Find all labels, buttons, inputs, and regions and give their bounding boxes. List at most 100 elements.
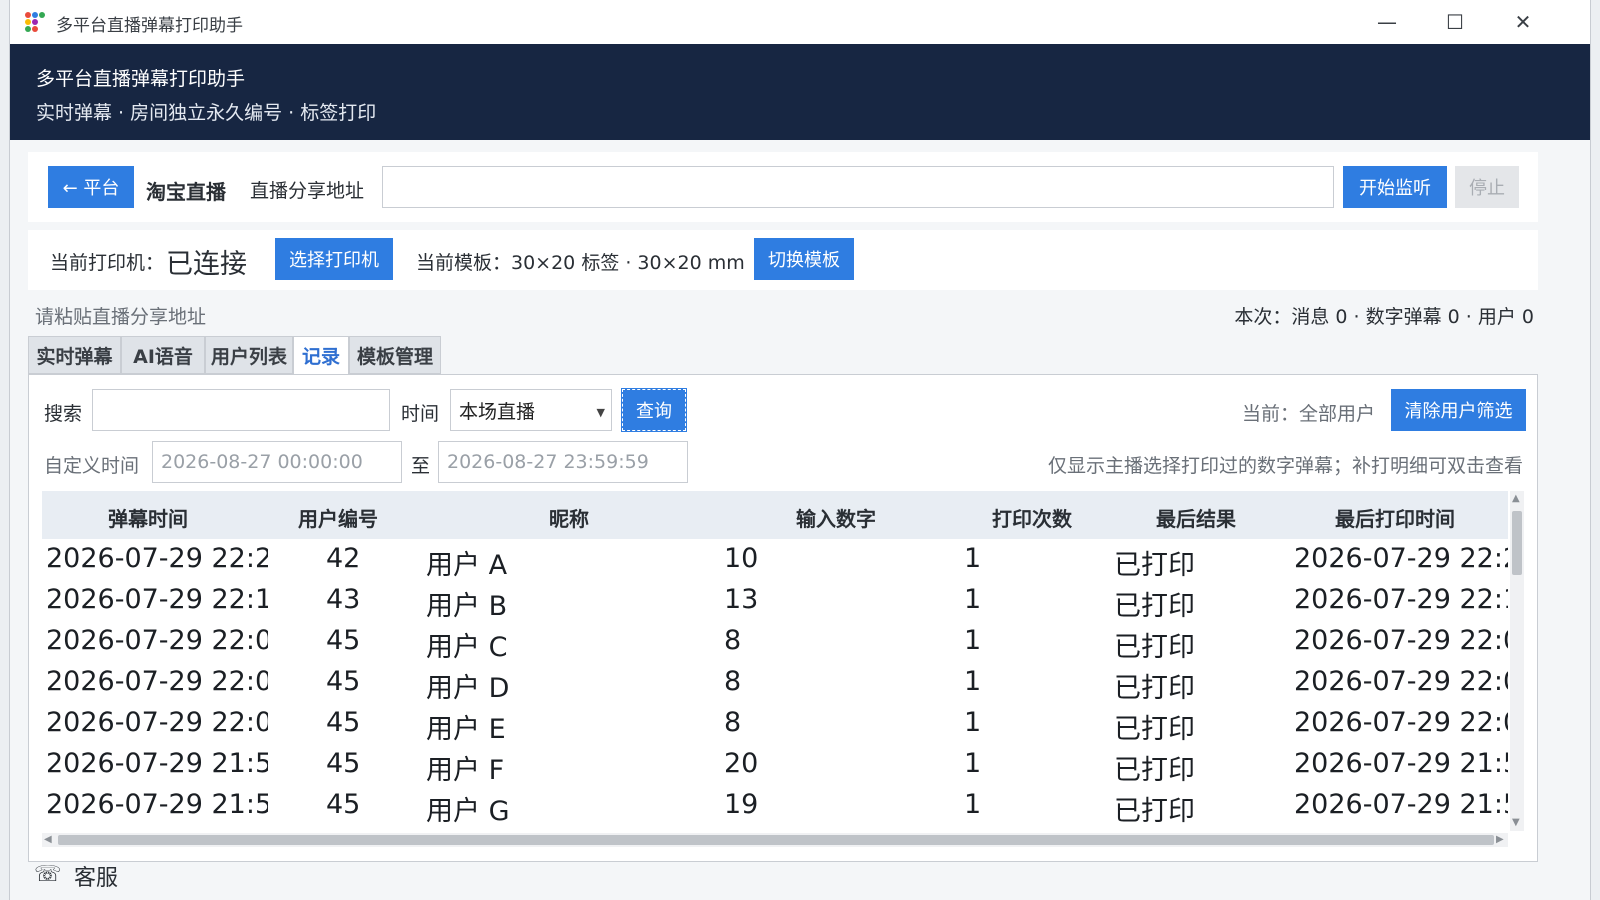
cell-last-print-time: 2026-07-29 22:0 — [1294, 707, 1508, 738]
col-nickname[interactable]: 昵称 — [549, 503, 589, 532]
cell-last-result: 已打印 — [1114, 550, 1195, 581]
cell-last-result: 已打印 — [1114, 755, 1195, 786]
template-label: 当前模板：30×20 标签 · 30×20 mm — [416, 252, 745, 274]
time-range-value: 本场直播 — [459, 400, 536, 423]
app-window: 多平台直播弹幕打印助手 — ☐ ✕ 多平台直播弹幕打印助手 实时弹幕 · 房间独… — [10, 0, 1590, 900]
time-label: 时间 — [401, 403, 440, 425]
scroll-down-icon[interactable]: ▼ — [1512, 817, 1520, 828]
table-vertical-scrollbar[interactable]: ▲ ▼ — [1510, 491, 1524, 831]
cell-danmaku-time: 2026-07-29 22:0 — [46, 666, 268, 697]
end-time-input[interactable] — [438, 441, 688, 483]
cell-last-print-time: 2026-07-29 22:0 — [1294, 625, 1508, 656]
cell-user-id: 45 — [326, 789, 361, 820]
printer-status: 已连接 — [166, 249, 247, 280]
cell-last-print-time: 2026-07-29 21:5 — [1294, 748, 1508, 779]
cell-last-result: 已打印 — [1114, 632, 1195, 663]
col-last-print-time[interactable]: 最后打印时间 — [1335, 503, 1455, 532]
cell-danmaku-time: 2026-07-29 22:1 — [46, 584, 268, 615]
cell-danmaku-time: 2026-07-29 22:0 — [46, 707, 268, 738]
col-print-count[interactable]: 打印次数 — [992, 503, 1072, 532]
cell-print-count: 1 — [964, 666, 982, 697]
cell-user-id: 45 — [326, 666, 361, 697]
cell-user-id: 45 — [326, 707, 361, 738]
query-button[interactable]: 查询 — [621, 388, 687, 432]
back-to-platform-button[interactable]: ← 平台 — [48, 166, 134, 208]
cell-last-print-time: 2026-07-29 21:5 — [1294, 789, 1508, 820]
cell-last-print-time: 2026-07-29 22:0 — [1294, 666, 1508, 697]
cell-nickname: 用户 B — [426, 591, 508, 622]
scroll-up-icon[interactable]: ▲ — [1512, 493, 1520, 504]
bottom-panel-peek: ☏ 客服 — [28, 862, 1588, 900]
dropdown-arrow-icon: ▼ — [596, 406, 605, 419]
stop-button[interactable]: 停止 — [1455, 166, 1519, 208]
cell-last-result: 已打印 — [1114, 591, 1195, 622]
cell-danmaku-time: 2026-07-29 21:5 — [46, 748, 268, 779]
table-row[interactable]: 2026-07-29 21:5 45 用户 F 20 1 已打印 2026-07… — [42, 746, 1508, 787]
search-label: 搜索 — [44, 403, 83, 425]
app-logo-icon — [24, 11, 46, 33]
table-horizontal-scrollbar[interactable]: ◀ ▶ — [42, 833, 1508, 847]
to-label: 至 — [411, 455, 431, 477]
tab-live-danmaku[interactable]: 实时弹幕 — [28, 336, 121, 374]
tab-user-list[interactable]: 用户列表 — [205, 336, 293, 374]
table-row[interactable]: 2026-07-29 22:1 43 用户 B 13 1 已打印 2026-07… — [42, 582, 1508, 623]
cell-danmaku-time: 2026-07-29 21:5 — [46, 789, 268, 820]
vertical-scroll-thumb[interactable] — [1512, 511, 1522, 575]
cell-print-count: 1 — [964, 707, 982, 738]
headset-icon: ☏ — [34, 862, 62, 887]
scroll-right-icon[interactable]: ▶ — [1496, 834, 1504, 845]
cell-input-number: 8 — [724, 707, 742, 738]
close-button[interactable]: ✕ — [1488, 0, 1558, 44]
minimize-button[interactable]: — — [1352, 0, 1422, 44]
status-hint: 请粘贴直播分享地址 — [35, 306, 207, 328]
tab-template-manage[interactable]: 模板管理 — [349, 336, 441, 374]
cell-print-count: 1 — [964, 543, 982, 574]
cell-user-id: 45 — [326, 748, 361, 779]
printer-panel: 当前打印机： 已连接 选择打印机 当前模板：30×20 标签 · 30×20 m… — [28, 230, 1538, 290]
select-printer-button[interactable]: 选择打印机 — [275, 238, 393, 280]
table-row[interactable]: 2026-07-29 22:0 45 用户 C 8 1 已打印 2026-07-… — [42, 623, 1508, 664]
cell-user-id: 45 — [326, 625, 361, 656]
cell-nickname: 用户 E — [426, 714, 506, 745]
col-last-result[interactable]: 最后结果 — [1156, 503, 1236, 532]
records-note: 仅显示主播选择打印过的数字弹幕；补打明细可双击查看 — [1047, 455, 1523, 477]
cell-input-number: 8 — [724, 666, 742, 697]
table-row[interactable]: 2026-07-29 22:0 45 用户 E 8 1 已打印 2026-07-… — [42, 705, 1508, 746]
window-title: 多平台直播弹幕打印助手 — [56, 16, 243, 36]
col-user-id[interactable]: 用户编号 — [298, 503, 378, 532]
platform-name: 淘宝直播 — [146, 180, 226, 204]
switch-template-button[interactable]: 切换模板 — [754, 238, 854, 280]
horizontal-scroll-thumb[interactable] — [58, 835, 1494, 845]
records-panel: 搜索 时间 本场直播 ▼ 查询 当前：全部用户 清除用户筛选 自定义时间 至 仅… — [28, 374, 1538, 862]
cell-user-id: 43 — [326, 584, 361, 615]
search-input[interactable] — [92, 389, 390, 431]
time-range-select[interactable]: 本场直播 ▼ — [450, 389, 612, 431]
customer-service-label[interactable]: 客服 — [74, 862, 118, 892]
url-input[interactable] — [382, 166, 1334, 208]
clear-user-filter-button[interactable]: 清除用户筛选 — [1391, 389, 1526, 431]
cell-input-number: 8 — [724, 625, 742, 656]
custom-time-label: 自定义时间 — [44, 455, 140, 477]
cell-nickname: 用户 D — [426, 673, 510, 704]
cell-danmaku-time: 2026-07-29 22:0 — [46, 625, 268, 656]
tab-records[interactable]: 记录 — [293, 336, 349, 375]
start-time-input[interactable] — [152, 441, 402, 483]
app-header: 多平台直播弹幕打印助手 实时弹幕 · 房间独立永久编号 · 标签打印 — [10, 44, 1590, 140]
scroll-left-icon[interactable]: ◀ — [44, 834, 52, 845]
cell-input-number: 19 — [724, 789, 759, 820]
start-listen-button[interactable]: 开始监听 — [1343, 166, 1447, 208]
cell-nickname: 用户 C — [426, 632, 508, 663]
cell-danmaku-time: 2026-07-29 22:2 — [46, 543, 268, 574]
table-row[interactable]: 2026-07-29 22:2 42 用户 A 10 1 已打印 2026-07… — [42, 541, 1508, 582]
cell-last-result: 已打印 — [1114, 796, 1195, 827]
title-bar: 多平台直播弹幕打印助手 — ☐ ✕ — [10, 0, 1590, 44]
tab-ai-voice[interactable]: AI语音 — [121, 336, 205, 374]
col-input-number[interactable]: 输入数字 — [796, 503, 876, 532]
cell-input-number: 10 — [724, 543, 759, 574]
cell-input-number: 13 — [724, 584, 759, 615]
table-row[interactable]: 2026-07-29 22:0 45 用户 D 8 1 已打印 2026-07-… — [42, 664, 1508, 705]
header-subtitle: 实时弹幕 · 房间独立永久编号 · 标签打印 — [36, 102, 377, 124]
maximize-button[interactable]: ☐ — [1420, 0, 1490, 44]
table-row[interactable]: 2026-07-29 21:5 45 用户 G 19 1 已打印 2026-07… — [42, 787, 1508, 828]
col-danmaku-time[interactable]: 弹幕时间 — [108, 503, 188, 532]
